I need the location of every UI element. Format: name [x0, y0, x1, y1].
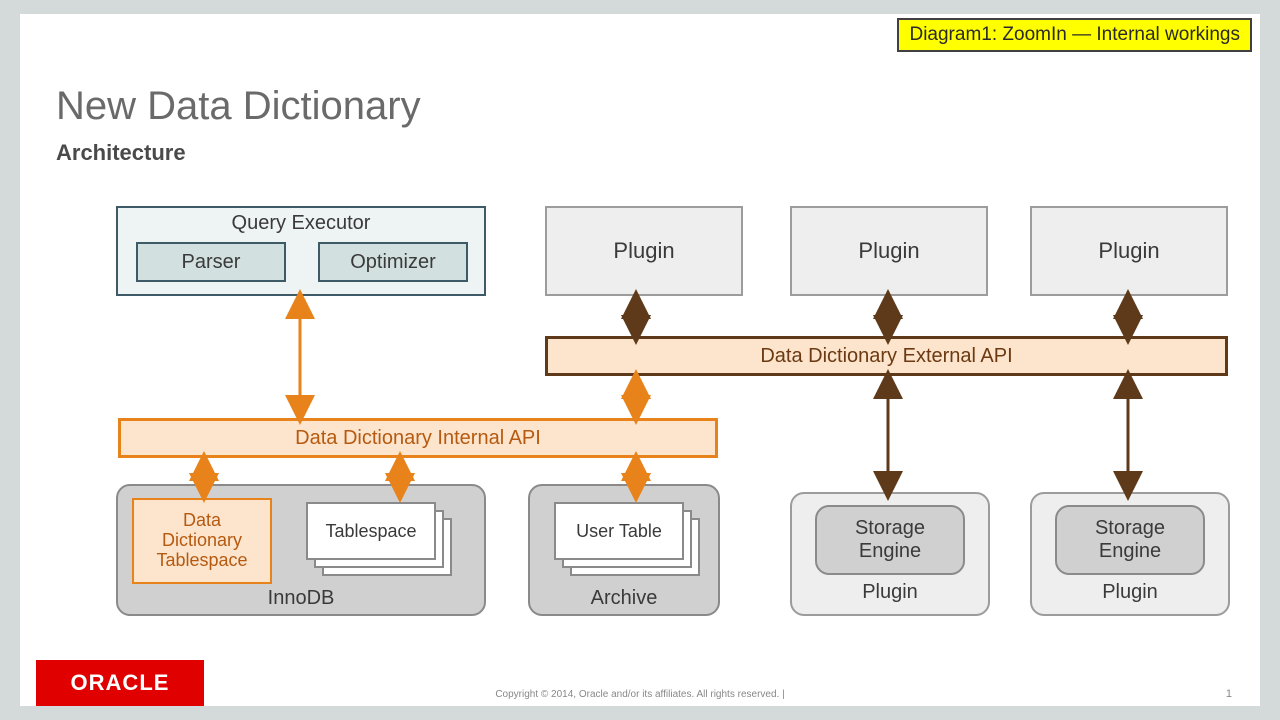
storage-plugin-1: Storage Engine Plugin: [790, 492, 990, 616]
internal-api-box: Data Dictionary Internal API: [118, 418, 718, 458]
innodb-box: Data Dictionary Tablespace Tablespace In…: [116, 484, 486, 616]
query-executor-title: Query Executor: [118, 212, 484, 235]
optimizer-box: Optimizer: [318, 242, 468, 282]
storage-plugin-2: Storage Engine Plugin: [1030, 492, 1230, 616]
plugin-top-3: Plugin: [1030, 206, 1228, 296]
slide: Diagram1: ZoomIn — Internal workings New…: [20, 14, 1260, 706]
plugin-top-1: Plugin: [545, 206, 743, 296]
archive-box: User Table Archive: [528, 484, 720, 616]
diagram-callout: Diagram1: ZoomIn — Internal workings: [897, 18, 1252, 52]
external-api-box: Data Dictionary External API: [545, 336, 1228, 376]
storage-plugin-1-label: Plugin: [862, 581, 918, 604]
page-number: 1: [1226, 688, 1232, 700]
copyright-footer: Copyright © 2014, Oracle and/or its affi…: [20, 689, 1260, 700]
query-executor-box: Query Executor Parser Optimizer: [116, 206, 486, 296]
slide-title: New Data Dictionary: [56, 84, 421, 129]
parser-box: Parser: [136, 242, 286, 282]
slide-subtitle: Architecture: [56, 140, 186, 166]
storage-engine-1: Storage Engine: [815, 505, 965, 575]
usertable-box: User Table: [554, 502, 684, 560]
storage-engine-2: Storage Engine: [1055, 505, 1205, 575]
dd-tablespace-box: Data Dictionary Tablespace: [132, 498, 272, 584]
storage-plugin-2-label: Plugin: [1102, 581, 1158, 604]
innodb-label: InnoDB: [118, 587, 484, 610]
archive-label: Archive: [530, 587, 718, 610]
tablespace-box: Tablespace: [306, 502, 436, 560]
plugin-top-2: Plugin: [790, 206, 988, 296]
